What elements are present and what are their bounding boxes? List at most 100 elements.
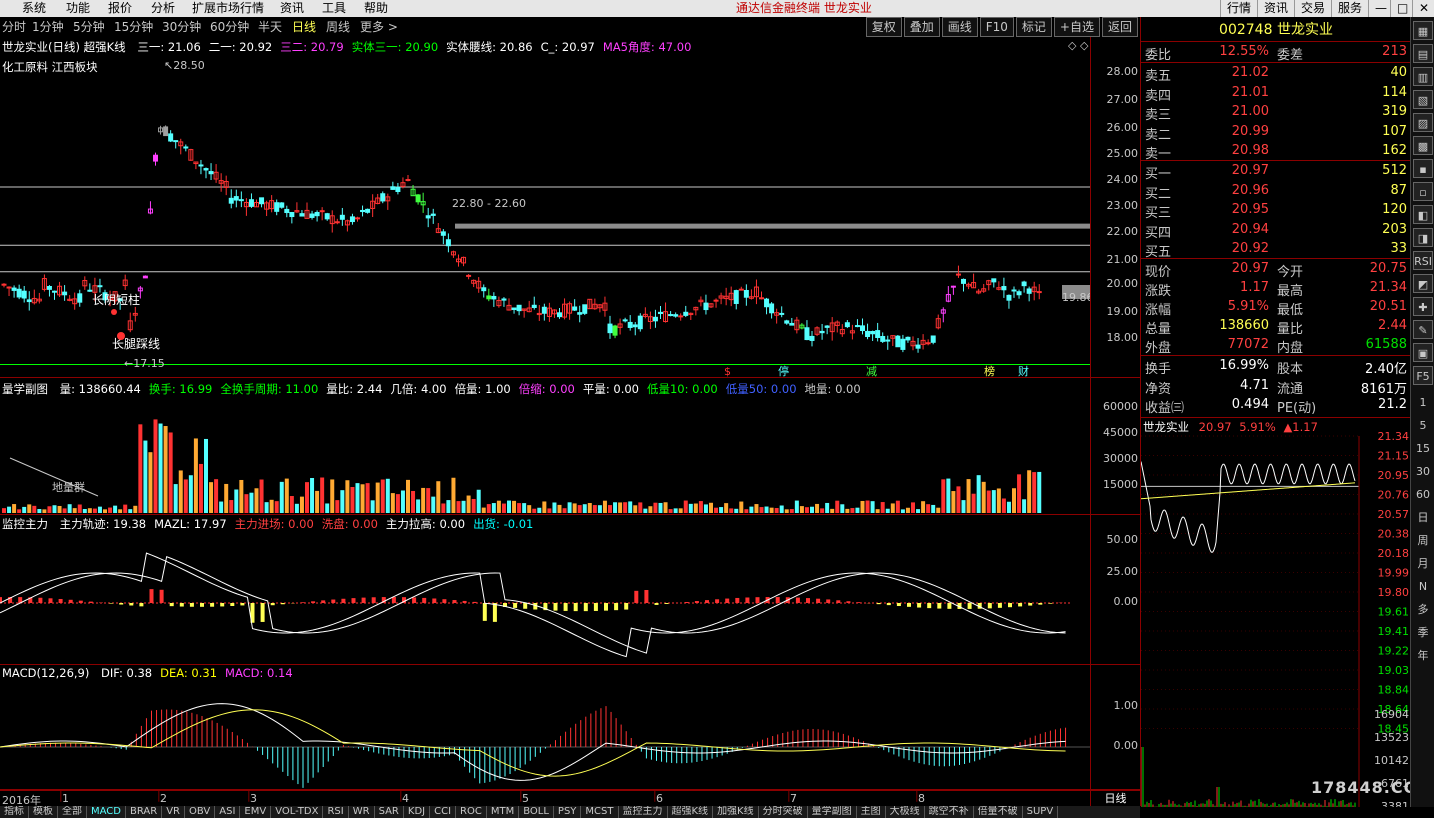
mark-button[interactable]: 标记 <box>1015 17 1052 37</box>
side-tool-icon[interactable]: ▥ <box>1413 67 1433 86</box>
side-tool-icon[interactable]: ▫ <box>1413 182 1433 201</box>
indicator-tab[interactable]: 跳空不补 <box>925 806 974 818</box>
menu-item-system[interactable]: 系统 <box>22 0 46 17</box>
side-tool-icon[interactable]: ◨ <box>1413 228 1433 247</box>
side-tool-icon[interactable]: 30 <box>1413 462 1433 481</box>
side-tool-icon[interactable]: ▨ <box>1413 113 1433 132</box>
bid-row[interactable]: 买二 20.96 87 <box>1141 182 1411 202</box>
bid-row[interactable]: 买五 20.92 33 <box>1141 240 1411 260</box>
menu-item-function[interactable]: 功能 <box>66 0 90 17</box>
period-5min[interactable]: 5分钟 <box>73 17 105 37</box>
indicator-tab[interactable]: MACD <box>87 806 126 818</box>
side-tool-icon[interactable]: 1 <box>1413 393 1433 412</box>
side-tool-icon[interactable]: 月 <box>1413 554 1433 573</box>
ask-row[interactable]: 卖三 21.00 319 <box>1141 103 1411 123</box>
ask-row[interactable]: 卖四 21.01 114 <box>1141 84 1411 104</box>
tab-news[interactable]: 资讯 <box>1256 0 1294 17</box>
side-tool-icon[interactable]: ▪ <box>1413 159 1433 178</box>
control-panel[interactable]: 监控主力 主力轨迹: 19.38 MAZL: 17.97 主力进场: 0.00 洗盘:… <box>0 515 1090 665</box>
side-tool-icon[interactable]: ▣ <box>1413 343 1433 362</box>
menu-item-ext-market[interactable]: 扩展市场行情 <box>192 0 264 17</box>
side-tool-icon[interactable]: ✚ <box>1413 297 1433 316</box>
side-tool-icon[interactable]: 15 <box>1413 439 1433 458</box>
close-icon[interactable]: ✕ <box>1412 0 1434 17</box>
ask-row[interactable]: 卖一 20.98 162 <box>1141 142 1411 162</box>
indicator-tab[interactable]: 大极线 <box>886 806 925 818</box>
tab-service[interactable]: 服务 <box>1330 0 1368 17</box>
indicator-tab[interactable]: 加强K线 <box>713 806 759 818</box>
menu-item-quote[interactable]: 报价 <box>108 0 132 17</box>
indicator-tab[interactable]: WR <box>349 806 375 818</box>
maximize-icon[interactable]: □ <box>1390 0 1412 17</box>
side-tool-icon[interactable]: F5 <box>1413 366 1433 385</box>
side-tool-icon[interactable]: ▤ <box>1413 44 1433 63</box>
period-weekly[interactable]: 周线 <box>326 17 350 37</box>
indicator-tab[interactable]: VR <box>162 806 185 818</box>
bottom-period-label[interactable]: 日线 <box>1090 790 1140 806</box>
tab-market[interactable]: 行情 <box>1219 0 1257 17</box>
indicator-tab[interactable]: BRAR <box>126 806 163 818</box>
period-daily[interactable]: 日线 <box>292 17 316 37</box>
indicator-tab[interactable]: 全部 <box>58 806 87 818</box>
back-button[interactable]: 返回 <box>1101 17 1138 37</box>
indicator-tab[interactable]: BOLL <box>519 806 554 818</box>
bid-row[interactable]: 买三 20.95 120 <box>1141 201 1411 221</box>
indicator-tab[interactable]: VOL-TDX <box>271 806 324 818</box>
volume-panel[interactable]: 量学副图 量: 138660.44 换手: 16.99 全换手周期: 11.00 量比… <box>0 378 1090 515</box>
indicator-tab[interactable]: OBV <box>185 806 216 818</box>
add-watchlist-button[interactable]: +自选 <box>1053 17 1100 37</box>
f10-button[interactable]: F10 <box>979 17 1014 37</box>
indicator-tab[interactable]: 指标 <box>0 806 29 818</box>
side-tool-icon[interactable]: 季 <box>1413 623 1433 642</box>
indicator-tab[interactable]: 监控主力 <box>619 806 668 818</box>
menu-item-info[interactable]: 资讯 <box>280 0 304 17</box>
indicator-tab[interactable]: 分时突破 <box>759 806 808 818</box>
indicator-tab[interactable]: CCI <box>430 806 457 818</box>
menu-item-tools[interactable]: 工具 <box>322 0 346 17</box>
side-tool-icon[interactable]: ◩ <box>1413 274 1433 293</box>
indicator-tab[interactable]: SAR <box>375 806 404 818</box>
indicator-tab[interactable]: MTM <box>487 806 520 818</box>
menu-item-analysis[interactable]: 分析 <box>151 0 175 17</box>
side-tool-icon[interactable]: ◧ <box>1413 205 1433 224</box>
indicator-tab[interactable]: ROC <box>456 806 487 818</box>
indicator-tab[interactable]: MCST <box>581 806 619 818</box>
side-tool-icon[interactable]: N <box>1413 577 1433 596</box>
draw-line-button[interactable]: 画线 <box>941 17 978 37</box>
ask-row[interactable]: 卖五 21.02 40 <box>1141 64 1411 84</box>
indicator-tab[interactable]: ASI <box>215 806 241 818</box>
period-30min[interactable]: 30分钟 <box>162 17 201 37</box>
macd-panel[interactable]: MACD(12,26,9) DIF: 0.38 DEA: 0.31 MACD: 0.… <box>0 665 1090 790</box>
mini-intraday-panel[interactable]: 世龙实业 20.97 5.91% ▲1.17 21.34 21.15 20.95 20… <box>1140 417 1434 807</box>
bid-row[interactable]: 买四 20.94 203 <box>1141 221 1411 241</box>
indicator-tab[interactable]: 量学副图 <box>808 806 857 818</box>
indicator-tab[interactable]: SUPV <box>1023 806 1059 818</box>
minimize-icon[interactable]: — <box>1368 0 1390 17</box>
indicator-tab[interactable]: PSY <box>554 806 582 818</box>
side-tool-icon[interactable]: 5 <box>1413 416 1433 435</box>
side-tool-icon[interactable]: 多 <box>1413 600 1433 619</box>
kline-panel[interactable]: 世龙实业(日线) 超强K线 三一: 21.06 二一: 20.92 三二: 20.7… <box>0 37 1090 378</box>
period-1min[interactable]: 1分钟 <box>32 17 64 37</box>
side-tool-icon[interactable]: 年 <box>1413 646 1433 665</box>
indicator-tab[interactable]: 模板 <box>29 806 58 818</box>
period-tick[interactable]: 分时 <box>2 17 26 37</box>
indicator-tab[interactable]: EMV <box>240 806 272 818</box>
side-tool-icon[interactable]: 60 <box>1413 485 1433 504</box>
overlay-button[interactable]: 叠加 <box>903 17 940 37</box>
side-tool-icon[interactable]: ▧ <box>1413 90 1433 109</box>
indicator-tab[interactable]: 倍量不破 <box>974 806 1023 818</box>
menu-item-help[interactable]: 帮助 <box>364 0 388 17</box>
bid-row[interactable]: 买一 20.97 512 <box>1141 162 1411 182</box>
side-tool-icon[interactable]: 周 <box>1413 531 1433 550</box>
side-tool-icon[interactable]: RSI <box>1413 251 1433 270</box>
indicator-tab[interactable]: 主图 <box>857 806 886 818</box>
period-more[interactable]: 更多 > <box>360 17 398 37</box>
side-tool-icon[interactable]: ✎ <box>1413 320 1433 339</box>
period-15min[interactable]: 15分钟 <box>114 17 153 37</box>
adjust-button[interactable]: 复权 <box>865 17 902 37</box>
side-tool-icon[interactable]: 日 <box>1413 508 1433 527</box>
period-halfday[interactable]: 半天 <box>258 17 282 37</box>
period-60min[interactable]: 60分钟 <box>210 17 249 37</box>
indicator-tab[interactable]: KDJ <box>404 806 431 818</box>
